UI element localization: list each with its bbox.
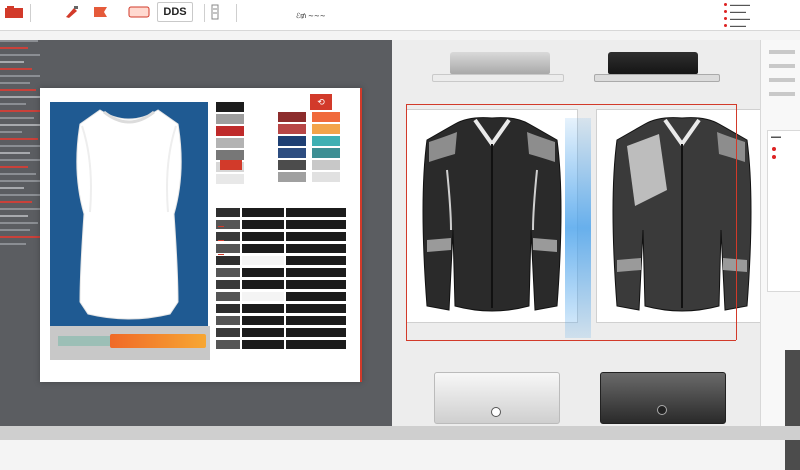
list-icon[interactable]	[208, 4, 222, 20]
color-swatch[interactable]	[278, 124, 306, 134]
properties-label: ▬▬	[771, 134, 781, 140]
color-swatch[interactable]	[220, 160, 242, 170]
light-cap-icon[interactable]	[432, 52, 564, 82]
comparison-divider	[565, 118, 591, 338]
indicator-icon	[772, 155, 776, 159]
app-logo[interactable]: DDS	[157, 2, 193, 22]
jacket-illustration	[422, 117, 562, 312]
toolbar-status-text: ℰ₥ ∼∼∼	[296, 13, 326, 20]
sidebar-dark-block	[785, 350, 800, 470]
folder-icon[interactable]	[5, 4, 23, 20]
bullet-icon	[724, 23, 727, 27]
color-swatch[interactable]	[278, 160, 306, 170]
layer-grid	[216, 208, 348, 352]
swatch-column	[312, 112, 340, 184]
toolbar-divider	[30, 4, 31, 22]
menu-item[interactable]: ▬▬▬▬▬	[724, 1, 794, 7]
jacket-card-right[interactable]	[596, 109, 768, 323]
top-toolbar: DDS ℰ₥ ∼∼∼ ▬▬▬▬▬ ▬▬▬▬ ▬▬▬▬▬ ▬▬▬▬	[0, 0, 800, 31]
menu-item[interactable]: ▬▬▬▬▬	[724, 15, 794, 21]
bullet-icon	[724, 2, 727, 6]
color-swatch[interactable]	[312, 112, 340, 122]
color-slider[interactable]	[50, 326, 210, 360]
swatch-column	[278, 112, 306, 184]
flag-icon[interactable]	[92, 4, 112, 20]
dark-box-icon[interactable]	[600, 372, 726, 424]
toolbar-divider	[204, 4, 205, 22]
color-swatch[interactable]	[312, 148, 340, 158]
edit-icon[interactable]	[63, 4, 81, 20]
color-swatch[interactable]	[278, 136, 306, 146]
color-swatch[interactable]	[216, 138, 244, 148]
color-swatch[interactable]	[312, 136, 340, 146]
menu-item[interactable]: ▬▬▬▬	[724, 8, 794, 14]
vest-illustration	[76, 109, 182, 320]
ruler-stripes	[0, 40, 42, 270]
swatch-column	[220, 160, 242, 172]
design-canvas[interactable]	[40, 88, 362, 382]
color-swatch[interactable]	[216, 114, 244, 124]
dark-cap-icon[interactable]	[594, 52, 720, 82]
bullet-icon	[724, 16, 727, 20]
shape-icon[interactable]	[128, 4, 150, 20]
properties-card[interactable]: ▬▬	[767, 130, 800, 292]
toolbar-menu: ▬▬▬▬▬ ▬▬▬▬ ▬▬▬▬▬ ▬▬▬▬	[724, 0, 794, 28]
slider-fill[interactable]	[110, 334, 206, 348]
refresh-badge[interactable]: ⟲	[310, 94, 332, 110]
color-swatch[interactable]	[312, 172, 340, 182]
color-swatch[interactable]	[278, 112, 306, 122]
color-swatch[interactable]	[216, 102, 244, 112]
color-swatch[interactable]	[312, 160, 340, 170]
jacket-illustration	[612, 117, 752, 312]
light-box-icon[interactable]	[434, 372, 560, 424]
right-sidebar: ▬▬	[760, 40, 800, 470]
bullet-icon	[724, 9, 727, 13]
swatch-column	[216, 102, 244, 186]
menu-item[interactable]: ▬▬▬▬	[724, 22, 794, 28]
color-swatch[interactable]	[216, 126, 244, 136]
color-swatch[interactable]	[216, 150, 244, 160]
color-swatch[interactable]	[312, 124, 340, 134]
garment-preview[interactable]	[50, 102, 208, 332]
color-swatch[interactable]	[278, 148, 306, 158]
color-swatch[interactable]	[216, 174, 244, 184]
toolbar-divider	[236, 4, 237, 22]
indicator-icon	[772, 147, 776, 151]
color-swatch[interactable]	[278, 172, 306, 182]
jacket-card-left[interactable]	[406, 109, 578, 323]
